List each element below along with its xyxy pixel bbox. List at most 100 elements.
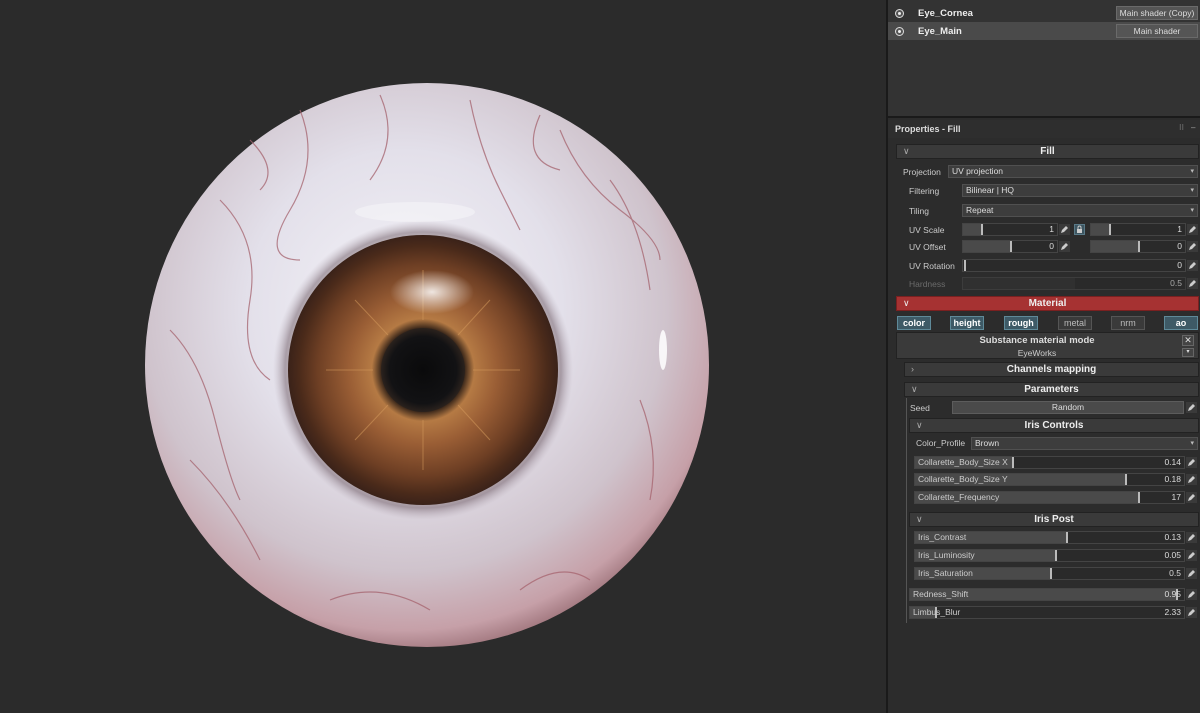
shader-button[interactable]: Main shader (Copy) — [1116, 6, 1198, 20]
layer-stack: Eye_Cornea Main shader (Copy) Eye_Main M… — [888, 0, 1200, 118]
parameters-header[interactable]: ∨ Parameters — [904, 382, 1199, 397]
channel-color-button[interactable]: color — [897, 316, 931, 330]
properties-title: Properties - Fill — [895, 124, 961, 134]
param-value: 0.18 — [1164, 474, 1181, 484]
pencil-icon[interactable] — [1186, 568, 1197, 579]
iris-controls-header[interactable]: ∨ Iris Controls — [909, 418, 1199, 433]
redness-shift-slider[interactable]: Redness_Shift 0.95 — [909, 588, 1185, 601]
random-seed-button[interactable]: Random — [952, 401, 1184, 414]
uv-rotation-label: UV Rotation — [909, 261, 955, 271]
pencil-icon[interactable] — [1187, 224, 1198, 235]
filtering-label: Filtering — [909, 186, 940, 196]
channels-mapping-label: Channels mapping — [1006, 364, 1097, 375]
channel-height-button[interactable]: height — [950, 316, 984, 330]
substance-material-mode: Substance material mode EyeWorks ✕ ▾ — [896, 332, 1199, 359]
uv-scale-v-slider[interactable]: 1 — [1090, 223, 1186, 236]
tree-line — [906, 398, 907, 623]
pencil-icon[interactable] — [1186, 457, 1197, 468]
uv-rotation-value: 0 — [1177, 260, 1182, 270]
uv-scale-v-value: 1 — [1177, 224, 1182, 234]
iris-contrast-slider[interactable]: Iris_Contrast 0.13 — [914, 531, 1185, 544]
param-name: Collarette_Body_Size Y — [918, 474, 1008, 484]
iris-saturation-slider[interactable]: Iris_Saturation 0.5 — [914, 567, 1185, 580]
pencil-icon[interactable] — [1186, 492, 1197, 503]
collarette-body-size-y-slider[interactable]: Collarette_Body_Size Y 0.18 — [914, 473, 1185, 486]
shader-button[interactable]: Main shader — [1116, 24, 1198, 38]
pencil-icon[interactable] — [1186, 589, 1197, 600]
color-profile-label: Color_Profile — [916, 438, 966, 448]
properties-titlebar: Properties - Fill ⁝⁝ – — [888, 120, 1200, 138]
mode-material-name[interactable]: EyeWorks — [897, 348, 1177, 358]
pencil-icon[interactable] — [1186, 402, 1197, 413]
limbus-blur-slider[interactable]: Limbus_Blur 2.33 — [909, 606, 1185, 619]
hardness-label: Hardness — [909, 279, 946, 289]
float-icon[interactable]: ⁝⁝ — [1179, 123, 1184, 132]
layer-row-eye-main[interactable]: Eye_Main Main shader — [888, 22, 1200, 40]
pencil-icon[interactable] — [1186, 607, 1197, 618]
uv-offset-v-slider[interactable]: 0 — [1090, 240, 1186, 253]
tiling-value: Repeat — [966, 205, 994, 215]
hardness-slider: 0.5 — [962, 277, 1186, 290]
fill-section-header[interactable]: ∨ Fill — [896, 144, 1199, 159]
uv-rotation-slider[interactable]: 0 — [962, 259, 1186, 272]
parameters-label: Parameters — [1024, 384, 1079, 395]
collarette-body-size-x-slider[interactable]: Collarette_Body_Size X 0.14 — [914, 456, 1185, 469]
pencil-icon[interactable] — [1186, 474, 1197, 485]
pencil-icon[interactable] — [1059, 224, 1070, 235]
tiling-dropdown[interactable]: Repeat ▾ — [962, 204, 1198, 217]
layer-name: Eye_Cornea — [918, 7, 973, 19]
uv-offset-label: UV Offset — [909, 242, 946, 252]
uv-offset-u-slider[interactable]: 0 — [962, 240, 1058, 253]
channel-rough-button[interactable]: rough — [1004, 316, 1038, 330]
chevron-down-icon[interactable]: ▾ — [1182, 348, 1194, 357]
uv-offset-u-value: 0 — [1049, 241, 1054, 251]
projection-label: Projection — [903, 167, 941, 177]
param-value: 2.33 — [1164, 607, 1181, 617]
iris-luminosity-slider[interactable]: Iris_Luminosity 0.05 — [914, 549, 1185, 562]
pupil — [381, 328, 465, 412]
channel-nrm-button[interactable]: nrm — [1111, 316, 1145, 330]
eyeball-render — [145, 83, 709, 647]
channels-mapping-header[interactable]: › Channels mapping — [904, 362, 1199, 377]
pencil-icon[interactable] — [1186, 532, 1197, 543]
minimize-icon[interactable]: – — [1191, 123, 1195, 132]
chevron-down-icon: ▾ — [1190, 207, 1194, 214]
param-value: 0.95 — [1164, 589, 1181, 599]
param-name: Redness_Shift — [913, 589, 969, 599]
layer-name: Eye_Main — [918, 25, 962, 37]
edge-highlight — [659, 330, 667, 370]
tiling-label: Tiling — [909, 206, 929, 216]
uv-scale-u-slider[interactable]: 1 — [962, 223, 1058, 236]
visibility-icon[interactable] — [895, 8, 904, 18]
close-icon[interactable]: ✕ — [1182, 335, 1194, 346]
param-name: Iris_Luminosity — [918, 550, 975, 560]
pencil-icon[interactable] — [1187, 241, 1198, 252]
color-profile-dropdown[interactable]: Brown ▾ — [971, 437, 1198, 450]
material-section-header[interactable]: ∨ Material — [896, 296, 1199, 311]
pencil-icon[interactable] — [1059, 241, 1070, 252]
channel-ao-button[interactable]: ao — [1164, 316, 1198, 330]
right-panel: Eye_Cornea Main shader (Copy) Eye_Main M… — [886, 0, 1200, 713]
pencil-icon[interactable] — [1186, 550, 1197, 561]
collarette-frequency-slider[interactable]: Collarette_Frequency 17 — [914, 491, 1185, 504]
viewport-3d[interactable] — [0, 0, 886, 713]
uv-offset-v-value: 0 — [1177, 241, 1182, 251]
param-value: 0.13 — [1164, 532, 1181, 542]
hardness-value: 0.5 — [1170, 278, 1182, 288]
channel-metal-button[interactable]: metal — [1058, 316, 1092, 330]
param-value: 17 — [1171, 492, 1181, 502]
filtering-dropdown[interactable]: Bilinear | HQ ▾ — [962, 184, 1198, 197]
visibility-icon[interactable] — [895, 26, 904, 36]
color-profile-value: Brown — [975, 438, 1000, 448]
pencil-icon[interactable] — [1187, 260, 1198, 271]
uv-scale-label: UV Scale — [909, 225, 945, 235]
param-name: Limbus_Blur — [913, 607, 961, 617]
chevron-down-icon: ▾ — [1190, 440, 1194, 447]
iris-post-label: Iris Post — [1034, 514, 1074, 525]
pencil-icon[interactable] — [1187, 278, 1198, 289]
lock-ratio-icon[interactable] — [1074, 224, 1085, 235]
layer-row-eye-cornea[interactable]: Eye_Cornea Main shader (Copy) — [888, 4, 1200, 22]
iris-post-header[interactable]: ∨ Iris Post — [909, 512, 1199, 527]
projection-dropdown[interactable]: UV projection ▾ — [948, 165, 1198, 178]
param-value: 0.05 — [1164, 550, 1181, 560]
